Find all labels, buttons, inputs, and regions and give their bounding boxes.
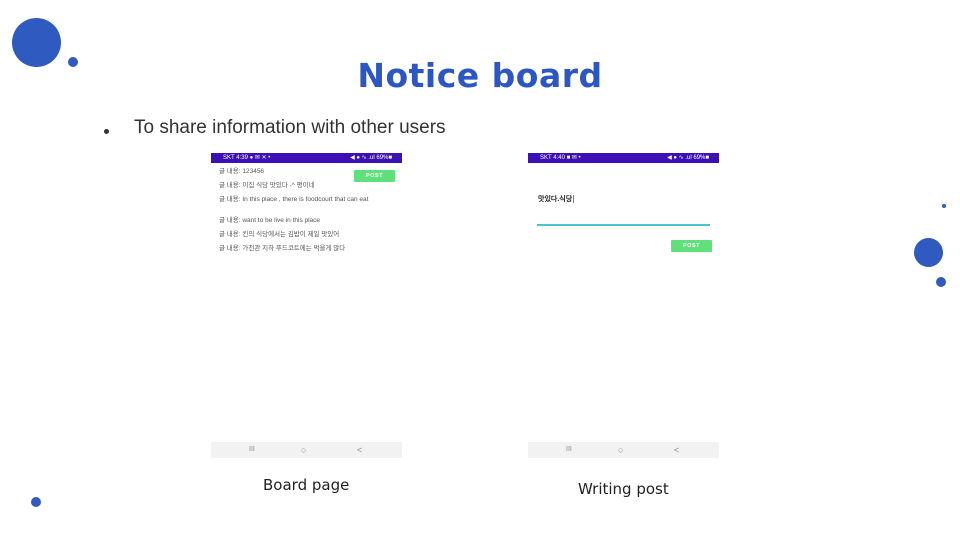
text-cursor bbox=[573, 195, 575, 204]
bullet-marker bbox=[104, 129, 109, 134]
status-left: SKT 4:39 ● ✉ ✕ • bbox=[223, 155, 271, 161]
nav-bar: III ○ < bbox=[528, 442, 719, 458]
status-bar: SKT 4:40 ■ ✉ • ◀ ● ∿ .ul 69%■ bbox=[528, 153, 719, 163]
list-item[interactable]: 글 내용: In this place , there is foodcourt… bbox=[219, 196, 387, 204]
decor-dot-small-right bbox=[936, 277, 946, 287]
slide-title: Notice board bbox=[357, 56, 603, 95]
post-input-value: 맛있다.식당 bbox=[538, 196, 573, 203]
bullet-text: To share information with other users bbox=[134, 117, 446, 138]
list-item[interactable]: 글 내용: 가천관 지하 푸드코트에는 먹을게 많다 bbox=[219, 245, 389, 253]
writing-post-caption: Writing post bbox=[578, 480, 669, 498]
list-item[interactable]: 글 내용: 123456 bbox=[219, 168, 389, 176]
decor-dot-medium bbox=[914, 238, 943, 267]
list-item[interactable]: 글 내용: 킨의 식당에서는 김밥이 제일 맛있어 bbox=[219, 231, 389, 239]
list-item[interactable]: 글 내용: want to be live in this place bbox=[219, 217, 389, 225]
board-page-caption: Board page bbox=[263, 476, 350, 494]
decor-dot-tiny bbox=[942, 204, 946, 208]
decor-dot-bottom-left bbox=[31, 497, 41, 507]
post-button[interactable]: POST bbox=[671, 240, 712, 252]
recent-apps-icon[interactable]: III bbox=[249, 444, 255, 456]
nav-bar: III ○ < bbox=[211, 442, 402, 458]
recent-apps-icon[interactable]: III bbox=[566, 444, 572, 456]
status-right: ◀ ● ∿ .ul 69%■ bbox=[667, 155, 709, 161]
post-input[interactable]: 맛있다.식당 bbox=[538, 194, 575, 204]
writing-post-screenshot: SKT 4:40 ■ ✉ • ◀ ● ∿ .ul 69%■ 맛있다.식당 POS… bbox=[528, 153, 719, 459]
input-underline bbox=[537, 224, 710, 226]
status-right: ◀ ● ∿ .ul 69%■ bbox=[350, 155, 392, 161]
back-icon[interactable]: < bbox=[357, 444, 362, 456]
home-icon[interactable]: ○ bbox=[618, 444, 623, 456]
board-page-screenshot: SKT 4:39 ● ✉ ✕ • ◀ ● ∿ .ul 69%■ POST 글 내… bbox=[211, 153, 402, 459]
home-icon[interactable]: ○ bbox=[301, 444, 306, 456]
back-icon[interactable]: < bbox=[674, 444, 679, 456]
status-left: SKT 4:40 ■ ✉ • bbox=[540, 155, 581, 161]
list-item[interactable]: 글 내용: 이집 식당 맛있다 -^ 평이네 bbox=[219, 182, 389, 190]
status-bar: SKT 4:39 ● ✉ ✕ • ◀ ● ∿ .ul 69%■ bbox=[211, 153, 402, 163]
